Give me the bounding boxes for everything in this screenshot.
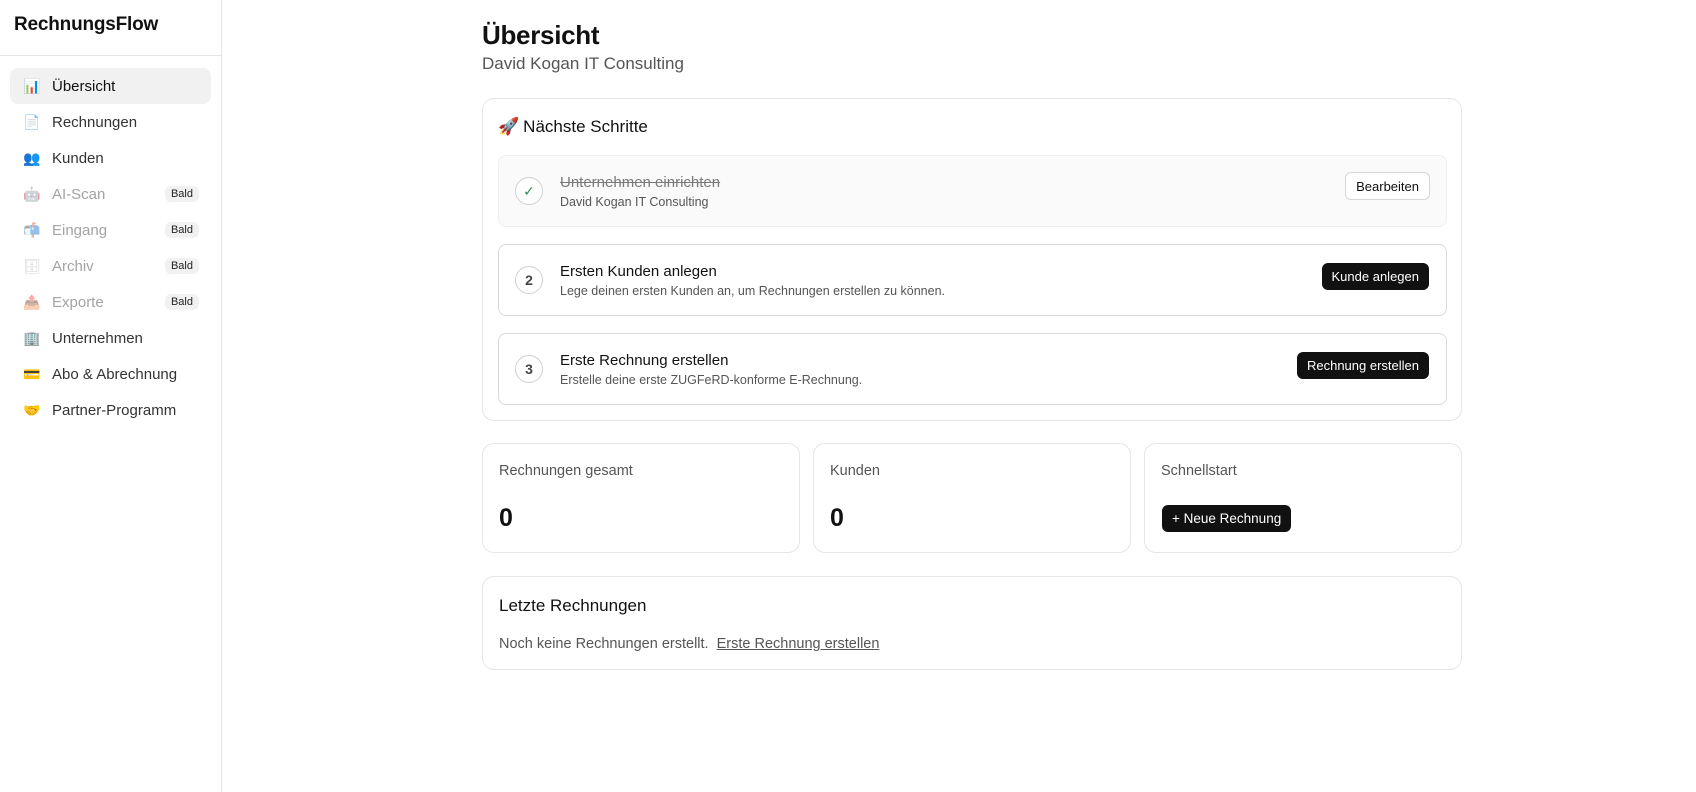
step-company-setup: ✓ Unternehmen einrichten David Kogan IT … [498, 155, 1447, 227]
sidebar-item-partner[interactable]: 🤝 Partner-Programm [10, 392, 211, 428]
step-description: David Kogan IT Consulting [560, 195, 709, 209]
sidebar-item-kunden[interactable]: 👥 Kunden [10, 140, 211, 176]
edit-button[interactable]: Bearbeiten [1345, 172, 1430, 200]
sidebar-item-uebersicht[interactable]: 📊 Übersicht [10, 68, 211, 104]
step-number: 3 [515, 355, 543, 383]
empty-state: Noch keine Rechnungen erstellt. Erste Re… [499, 636, 879, 652]
sidebar-item-unternehmen[interactable]: 🏢 Unternehmen [10, 320, 211, 356]
stat-value: 0 [499, 504, 513, 532]
sidebar-item-label: Partner-Programm [52, 401, 177, 419]
handshake-icon: 🤝 [23, 401, 41, 418]
coming-soon-badge: Bald [164, 294, 199, 310]
step-title: Erste Rechnung erstellen [560, 352, 729, 369]
sidebar-item-label: Exporte [52, 293, 104, 311]
create-first-invoice-link[interactable]: Erste Rechnung erstellen [717, 636, 880, 652]
sidebar-item-exporte[interactable]: 📤 Exporte Bald [10, 284, 211, 320]
create-customer-button[interactable]: Kunde anlegen [1321, 263, 1429, 290]
sidebar-item-abo[interactable]: 💳 Abo & Abrechnung [10, 356, 211, 392]
company-name: David Kogan IT Consulting [482, 54, 684, 73]
stat-value: 0 [830, 504, 844, 532]
sidebar-item-archiv[interactable]: 🗄 Archiv Bald [10, 248, 211, 284]
sidebar-item-label: Unternehmen [52, 329, 143, 347]
rocket-icon: 🚀 [498, 117, 520, 136]
stat-card-invoices: Rechnungen gesamt 0 [482, 443, 800, 553]
check-icon: ✓ [515, 177, 543, 205]
stat-card-quickstart: Schnellstart + Neue Rechnung [1144, 443, 1462, 553]
cabinet-icon: 🗄 [23, 257, 41, 274]
step-title: Ersten Kunden anlegen [560, 263, 717, 280]
recent-invoices-title: Letzte Rechnungen [499, 596, 647, 615]
sidebar-item-label: Kunden [52, 149, 104, 167]
step-description: Lege deinen ersten Kunden an, um Rechnun… [560, 284, 946, 298]
step-title: Unternehmen einrichten [560, 174, 721, 191]
next-steps-card: 🚀 Nächste Schritte ✓ Unternehmen einrich… [482, 98, 1462, 421]
building-icon: 🏢 [23, 329, 41, 346]
sidebar-item-label: Archiv [52, 257, 94, 275]
sidebar-item-label: Rechnungen [52, 113, 138, 131]
coming-soon-badge: Bald [164, 186, 199, 202]
step-number: 2 [515, 266, 543, 294]
robot-icon: 🤖 [23, 185, 41, 202]
step-first-customer: 2 Ersten Kunden anlegen Lege deinen erst… [498, 244, 1447, 316]
chart-icon: 📊 [23, 77, 41, 94]
next-steps-title: 🚀 Nächste Schritte [498, 117, 648, 137]
users-icon: 👥 [23, 149, 41, 166]
document-icon: 📄 [23, 113, 41, 130]
stat-label: Rechnungen gesamt [499, 463, 633, 479]
coming-soon-badge: Bald [164, 222, 199, 238]
new-invoice-button[interactable]: + Neue Rechnung [1162, 505, 1292, 532]
sidebar-nav: 📊 Übersicht 📄 Rechnungen 👥 Kunden 🤖 AI-S… [0, 56, 221, 440]
empty-state-text: Noch keine Rechnungen erstellt. [499, 636, 709, 652]
outbox-icon: 📤 [23, 293, 41, 310]
create-invoice-button[interactable]: Rechnung erstellen [1296, 352, 1429, 379]
sidebar-item-eingang[interactable]: 📬 Eingang Bald [10, 212, 211, 248]
coming-soon-badge: Bald [164, 258, 199, 274]
page-title: Übersicht [482, 20, 600, 50]
sidebar-item-rechnungen[interactable]: 📄 Rechnungen [10, 104, 211, 140]
sidebar-item-label: Eingang [52, 221, 108, 239]
step-description: Erstelle deine erste ZUGFeRD-konforme E-… [560, 373, 863, 387]
brand-logo[interactable]: RechnungsFlow [0, 0, 221, 56]
sidebar-item-label: Übersicht [52, 77, 116, 95]
stat-label: Kunden [830, 463, 880, 479]
credit-card-icon: 💳 [23, 365, 41, 382]
mailbox-icon: 📬 [23, 221, 41, 238]
sidebar-item-ai-scan[interactable]: 🤖 AI-Scan Bald [10, 176, 211, 212]
sidebar-item-label: Abo & Abrechnung [52, 365, 178, 383]
stat-label: Schnellstart [1161, 463, 1237, 479]
stat-card-customers: Kunden 0 [813, 443, 1131, 553]
sidebar: RechnungsFlow 📊 Übersicht 📄 Rechnungen 👥… [0, 0, 222, 792]
recent-invoices-card: Letzte Rechnungen Noch keine Rechnungen … [482, 576, 1462, 670]
next-steps-heading: Nächste Schritte [523, 117, 648, 136]
sidebar-item-label: AI-Scan [52, 185, 106, 203]
step-first-invoice: 3 Erste Rechnung erstellen Erstelle dein… [498, 333, 1447, 405]
